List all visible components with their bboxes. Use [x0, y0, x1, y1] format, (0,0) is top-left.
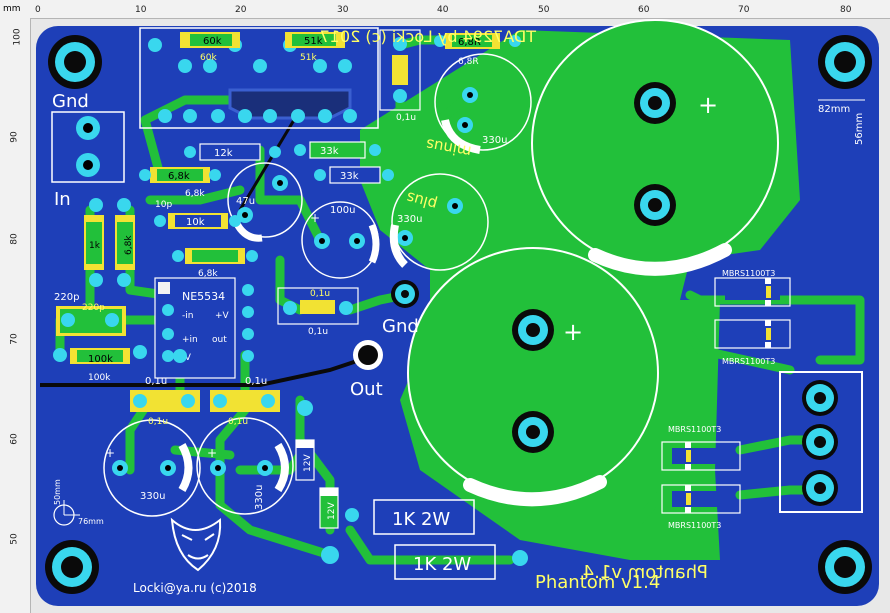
- capacitor-0-1u-top-label: 0,1u: [396, 113, 416, 123]
- resistor-100k-silk: 100k: [88, 373, 111, 383]
- ruler-tick: 60: [9, 433, 20, 445]
- resistor-6-8k-a-silk: 6,8k: [185, 189, 205, 199]
- gnd-output-label: Gnd: [382, 316, 419, 337]
- ic-pin-in-minus: -in: [182, 311, 193, 321]
- ic-name: NE5534: [182, 290, 225, 303]
- capacitor-47u-label: 47u: [236, 196, 255, 207]
- capacitor-0-1u-b-label: 0,1u: [245, 376, 267, 387]
- diode-c-label: MBRS1100T3: [668, 425, 721, 434]
- resistor-33k-a: 33k: [309, 141, 366, 159]
- gnd-pad[interactable]: [391, 280, 419, 308]
- ic-pin-v-plus: +V: [215, 311, 230, 321]
- resistor-100k-label: 100k: [88, 354, 113, 365]
- mount-hole: [818, 35, 872, 89]
- resistor-33k-b: 33k: [329, 166, 381, 184]
- out-pad[interactable]: [353, 340, 383, 370]
- board-title: TDA7294 by Locki (c) 2017: [320, 27, 537, 46]
- ruler-tick: 0: [35, 5, 41, 15]
- diode-b-label: MBRS1100T3: [722, 357, 775, 366]
- mount-hole: [818, 540, 872, 594]
- capacitor-0-1u-b-silk: 0,1u: [228, 417, 248, 427]
- zener-12v-b: 12V: [319, 487, 339, 529]
- resistor-12k-label: 12k: [214, 148, 233, 159]
- mount-hole: [48, 35, 102, 89]
- capacitor-0-1u-mid-silk: 0,1u: [310, 289, 330, 299]
- capacitor-10p-label: 10p: [155, 200, 172, 210]
- ruler-tick: 50: [9, 533, 20, 545]
- ruler-tick: 80: [840, 5, 852, 15]
- dimension-76-label: 76mm: [78, 517, 104, 526]
- resistor-1k: 1k: [84, 215, 104, 270]
- big-capacitor-top: +: [531, 19, 779, 276]
- ruler-tick: 60: [638, 5, 650, 15]
- zener-12v-a-label: 12V: [303, 454, 313, 472]
- svg-text:+: +: [207, 446, 217, 460]
- ruler-tick: 70: [738, 5, 750, 15]
- ruler-tick: 20: [235, 5, 247, 15]
- svg-text:+: +: [698, 91, 718, 119]
- ruler-tick: 40: [437, 5, 449, 15]
- capacitor-330u-label: 330u: [482, 135, 507, 146]
- out-label: Out: [350, 379, 383, 400]
- big-capacitor-bottom: +: [407, 247, 659, 507]
- resistor-51k-silk: 51k: [300, 53, 317, 63]
- svg-text:+: +: [105, 446, 115, 460]
- mount-hole: [45, 540, 99, 594]
- diode-a-label: MBRS1100T3: [722, 269, 775, 278]
- svg-text:+: +: [563, 318, 583, 346]
- capacitor-100u-label: 100u: [330, 205, 355, 216]
- capacitor-220p-silk: 220p: [82, 303, 105, 313]
- resistor-12k: 12k: [199, 143, 261, 161]
- capacitor-0-1u-a-silk: 0,1u: [148, 417, 168, 427]
- gnd-input-label: Gnd: [52, 91, 89, 112]
- zener-12v-b-label: 12V: [327, 502, 337, 520]
- capacitor-220p-label: 220p: [54, 292, 79, 303]
- resistor-6-8R-silk: 6,8R: [458, 57, 479, 67]
- resistor-60k-label: 60k: [203, 36, 222, 47]
- phantom-mirror-label: Phantom v1.4: [583, 562, 708, 583]
- resistor-33k-b-label: 33k: [340, 171, 359, 182]
- capacitor-330u-label: 330u: [140, 491, 165, 502]
- capacitor-0-1u-mid-label: 0,1u: [308, 327, 328, 337]
- capacitor-330u-label: 330u: [254, 485, 265, 510]
- resistor-6-8k-v-label: 6,8k: [124, 235, 134, 255]
- ruler-tick: 70: [9, 333, 20, 345]
- in-label: In: [54, 189, 71, 210]
- zener-12v-a: 12V: [295, 439, 315, 481]
- author-label: Locki@ya.ru (c)2018: [133, 581, 257, 595]
- resistor-6-8k-vertical: 6,8k: [115, 215, 135, 270]
- pcb-canvas[interactable]: + + 330u 330u + 100u 47u + 330u + 330u 6…: [0, 0, 890, 613]
- dimension-82-label: 82mm: [818, 104, 850, 115]
- capacitor-330u-label: 330u: [397, 214, 422, 225]
- resistor-1k-label: 1k: [89, 241, 101, 251]
- resistor-33k-a-label: 33k: [320, 146, 339, 157]
- resistor-6-8k-a-label: 6,8k: [168, 171, 190, 182]
- dimension-50-label: 50mm: [53, 479, 62, 505]
- ruler-tick: 50: [538, 5, 550, 15]
- ic-pin-in-plus: +in: [182, 335, 198, 345]
- ruler-tick: 90: [9, 131, 20, 143]
- svg-text:+: +: [310, 211, 320, 225]
- ruler-tick: 100: [12, 28, 23, 46]
- resistor-1k-2w-b-label: 1K 2W: [413, 554, 471, 575]
- ruler-tick: 10: [135, 5, 147, 15]
- ruler-tick: 80: [9, 233, 20, 245]
- diode-d-label: MBRS1100T3: [668, 521, 721, 530]
- resistor-60k-silk: 60k: [200, 53, 217, 63]
- dimension-56-label: 56mm: [854, 113, 865, 145]
- resistor-10k-label: 10k: [186, 217, 205, 228]
- resistor-1k-2w-a-label: 1K 2W: [392, 509, 450, 530]
- ruler-tick: 30: [337, 5, 349, 15]
- ic-pin-out: out: [212, 335, 227, 345]
